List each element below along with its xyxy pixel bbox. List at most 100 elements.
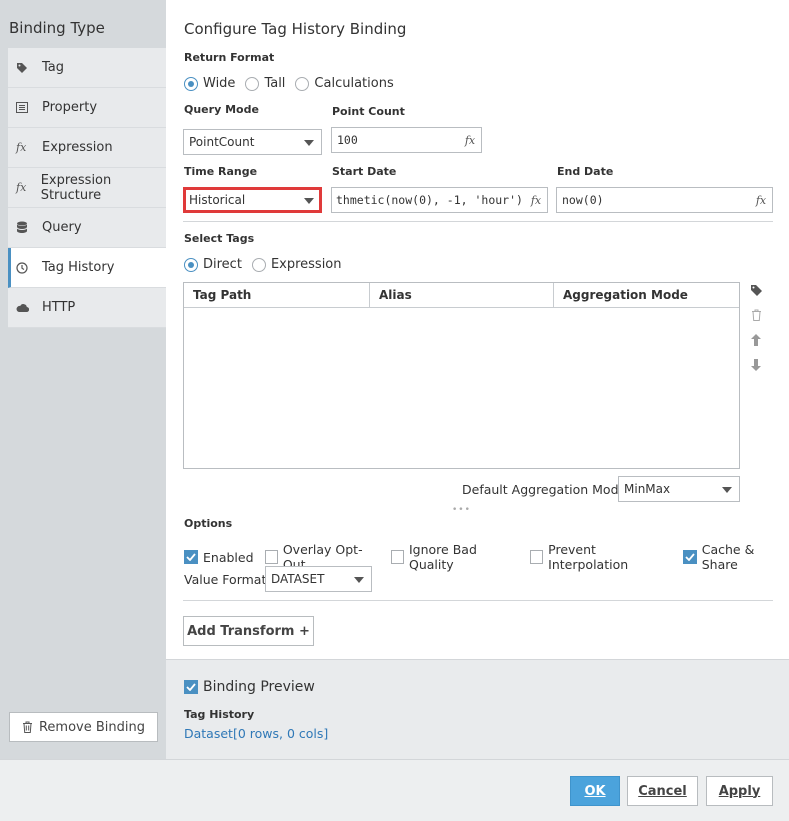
fx-icon[interactable]: fx: [459, 128, 481, 152]
delete-icon[interactable]: [749, 307, 763, 323]
fx-icon[interactable]: fx: [750, 188, 772, 212]
property-icon: [16, 102, 34, 113]
sidebar-item-label: Tag: [42, 60, 65, 75]
radio-indicator: [295, 76, 310, 91]
radio-indicator: [245, 76, 260, 91]
binding-preview-checkbox[interactable]: Binding Preview: [184, 679, 315, 695]
column-header-tag-path[interactable]: Tag Path: [184, 283, 370, 307]
query-mode-select[interactable]: PointCount: [183, 129, 322, 155]
checkbox-indicator: [184, 550, 198, 564]
sidebar-item-tag-history[interactable]: Tag History: [8, 248, 166, 288]
select-tags-direct-radio[interactable]: Direct: [184, 257, 242, 272]
default-aggregation-select[interactable]: MinMax: [618, 476, 740, 502]
checkbox-indicator: [390, 550, 404, 564]
point-count-input[interactable]: 100 fx: [331, 127, 482, 153]
return-format-tall-radio[interactable]: Tall: [245, 76, 285, 91]
checkbox-label: Enabled: [203, 549, 254, 565]
fx-icon[interactable]: fx: [525, 188, 547, 212]
select-tags-label: Select Tags: [184, 232, 255, 245]
end-date-value: now(0): [562, 193, 604, 207]
remove-binding-label: Remove Binding: [38, 719, 145, 735]
binding-preview-label: Binding Preview: [203, 679, 315, 695]
sidebar-item-label: Expression Structure: [40, 172, 112, 203]
default-aggregation-label: Default Aggregation Mode: [462, 482, 627, 497]
options-label: Options: [184, 517, 233, 530]
sidebar-title: Binding Type: [9, 19, 105, 37]
start-date-value: thmetic(now(0), -1, 'hour'): [336, 193, 523, 207]
sidebar-item-http[interactable]: HTTP: [8, 288, 166, 328]
return-format-radio-group: Wide Tall Calculations: [184, 76, 404, 91]
ok-button[interactable]: OK: [570, 776, 620, 806]
checkbox-indicator: [683, 550, 697, 564]
fx-icon: fx: [16, 141, 27, 154]
point-count-value: 100: [337, 133, 358, 147]
enabled-checkbox[interactable]: Enabled: [184, 550, 254, 565]
binding-type-sidebar: Binding Type Tag Property fx Expression …: [0, 0, 166, 759]
database-icon: [16, 221, 34, 234]
return-format-calculations-radio[interactable]: Calculations: [295, 76, 394, 91]
radio-label: Calculations: [314, 76, 394, 91]
ignore-bad-quality-checkbox[interactable]: Ignore Bad Quality: [390, 542, 519, 572]
resize-handle[interactable]: •••: [452, 505, 471, 515]
add-transform-button[interactable]: Add Transform +: [183, 616, 314, 646]
divider: [183, 221, 773, 222]
column-header-aggregation-mode[interactable]: Aggregation Mode: [554, 283, 739, 307]
move-down-icon[interactable]: [749, 357, 763, 373]
remove-binding-button[interactable]: Remove Binding: [9, 712, 158, 742]
sidebar-item-expression-structure[interactable]: fx Expression Structure: [8, 168, 166, 208]
column-header-alias[interactable]: Alias: [370, 283, 554, 307]
time-range-label: Time Range: [184, 165, 258, 178]
point-count-label: Point Count: [332, 105, 405, 118]
checkbox-label: Prevent Interpolation: [548, 542, 629, 572]
select-tags-radio-group: Direct Expression: [184, 257, 352, 272]
page-title: Configure Tag History Binding: [184, 20, 407, 38]
sidebar-item-expression[interactable]: fx Expression: [8, 128, 166, 168]
end-date-label: End Date: [557, 165, 614, 178]
sidebar-item-tag[interactable]: Tag: [8, 48, 166, 88]
radio-indicator: [184, 76, 198, 91]
value-format-value: DATASET: [271, 572, 325, 586]
move-up-icon[interactable]: [749, 332, 763, 348]
sidebar-item-label: Tag History: [42, 260, 115, 275]
table-header: Tag Path Alias Aggregation Mode: [184, 283, 739, 308]
return-format-wide-radio[interactable]: Wide: [184, 76, 235, 91]
start-date-input[interactable]: thmetic(now(0), -1, 'hour') fx: [331, 187, 548, 213]
binding-type-list: Tag Property fx Expression fx Expression…: [8, 48, 166, 328]
apply-button[interactable]: Apply: [706, 776, 773, 806]
preview-value: Dataset[0 rows, 0 cols]: [184, 726, 329, 741]
cloud-icon: [16, 303, 34, 312]
chevron-down-icon: [304, 140, 314, 146]
prevent-interpolation-checkbox[interactable]: Prevent Interpolation: [529, 542, 673, 572]
configure-panel: Configure Tag History Binding Return For…: [166, 0, 789, 759]
tags-table[interactable]: Tag Path Alias Aggregation Mode: [183, 282, 740, 469]
sidebar-item-query[interactable]: Query: [8, 208, 166, 248]
end-date-input[interactable]: now(0) fx: [556, 187, 773, 213]
query-mode-value: PointCount: [189, 135, 255, 149]
checkbox-indicator: [529, 550, 544, 564]
radio-label: Wide: [203, 76, 236, 91]
sidebar-item-property[interactable]: Property: [8, 88, 166, 128]
radio-label: Tall: [264, 76, 286, 91]
cancel-button[interactable]: Cancel: [627, 776, 698, 806]
trash-icon: [22, 721, 33, 733]
time-range-select[interactable]: Historical: [183, 187, 322, 213]
chevron-down-icon: [722, 487, 732, 493]
fx-icon: fx: [16, 181, 27, 194]
value-format-select[interactable]: DATASET: [265, 566, 372, 592]
value-format-label: Value Format: [184, 572, 267, 587]
start-date-label: Start Date: [332, 165, 397, 178]
radio-label: Expression: [270, 257, 342, 272]
sidebar-item-label: Property: [42, 100, 98, 115]
divider: [183, 600, 773, 601]
time-range-value: Historical: [189, 193, 246, 207]
checkbox-indicator: [184, 680, 198, 694]
radio-indicator: [184, 257, 198, 272]
select-tags-expression-radio[interactable]: Expression: [251, 257, 342, 272]
cache-and-share-checkbox[interactable]: Cache & Share: [683, 542, 789, 572]
add-tag-icon[interactable]: [749, 282, 763, 298]
preview-section-label: Tag History: [184, 708, 255, 721]
binding-preview-panel: Binding Preview Tag History Dataset[0 ro…: [166, 659, 789, 759]
query-mode-label: Query Mode: [184, 103, 259, 116]
clock-icon: [16, 261, 34, 274]
radio-indicator: [251, 257, 266, 272]
